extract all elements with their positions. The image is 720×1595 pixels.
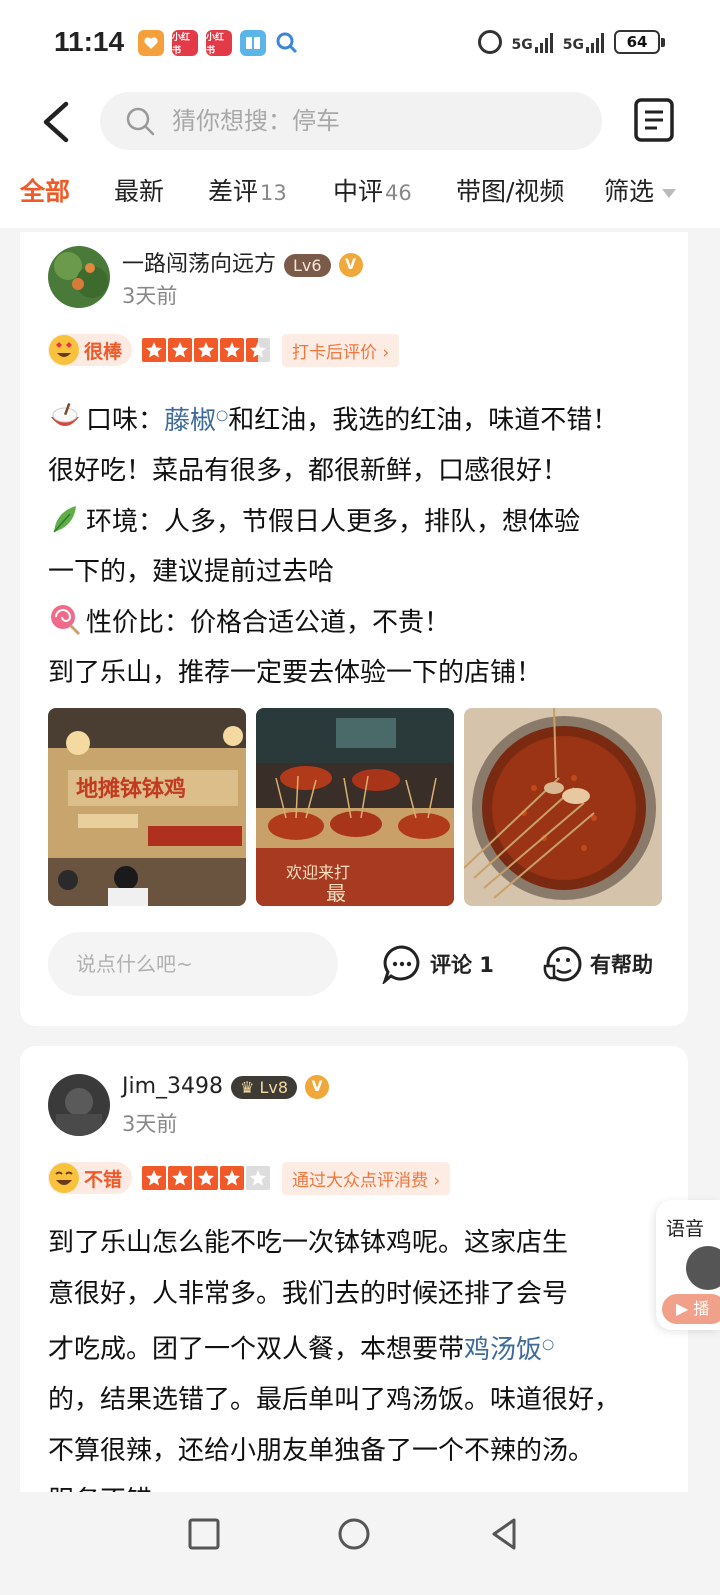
dropdown-triangle-icon bbox=[662, 188, 677, 198]
empty-star-icon bbox=[246, 1166, 271, 1190]
notification-icons: 小红书 小红书 bbox=[138, 30, 300, 56]
star-icon bbox=[194, 338, 219, 362]
review-text[interactable]: 口味：藤椒○和红油，我选的红油，味道不错！ 很好吃！菜品有很多，都很新鲜，口感很… bbox=[48, 390, 668, 699]
keyword-link[interactable]: 鸡汤饭○ bbox=[464, 1335, 554, 1365]
voice-float-widget[interactable]: 语音 ▶ 播 bbox=[656, 1200, 720, 1330]
review-card: Jim_3498 ♛ Lv8 V 3天前 不错 通过大众点评消费 › 到了乐山怎么能… bbox=[20, 1046, 688, 1516]
xiaohongshu-icon: 小红书 bbox=[172, 30, 198, 56]
verified-icon: V bbox=[338, 253, 363, 277]
menu-button[interactable] bbox=[632, 96, 676, 144]
search-bar[interactable] bbox=[100, 92, 602, 150]
rating-label: 不错 bbox=[48, 1162, 133, 1194]
signal-icon: 5G bbox=[563, 31, 604, 53]
search-app-icon bbox=[274, 30, 300, 56]
star-icon bbox=[142, 338, 167, 362]
tab-negative[interactable]: 差评13 bbox=[208, 172, 287, 208]
review-text[interactable]: 到了乐山怎么能不吃一次钵钵鸡呢。这家店生 意很好，人非常多。我们去的时候还排了会… bbox=[48, 1218, 668, 1527]
svg-text:欢迎来打: 欢迎来打 bbox=[286, 863, 350, 882]
tab-latest[interactable]: 最新 bbox=[114, 172, 164, 208]
star-icon bbox=[194, 1166, 219, 1190]
photo-gallery: 地摊钵钵鸡 欢迎来打 最 bbox=[48, 708, 662, 906]
voice-avatar bbox=[686, 1246, 720, 1290]
tab-all[interactable]: 全部 bbox=[20, 172, 70, 208]
herb-leaf-icon bbox=[53, 505, 76, 533]
star-icon bbox=[142, 1166, 167, 1190]
svg-text:最: 最 bbox=[326, 881, 346, 905]
book-app-icon bbox=[240, 30, 266, 56]
alarm-icon bbox=[477, 30, 502, 54]
play-button[interactable]: ▶ 播 bbox=[662, 1294, 720, 1324]
lollipop-icon bbox=[51, 604, 81, 635]
xiaohongshu-icon: 小红书 bbox=[206, 30, 232, 56]
avatar[interactable] bbox=[48, 246, 110, 308]
verified-icon: V bbox=[305, 1075, 330, 1099]
keyword-link[interactable]: 藤椒○ bbox=[164, 406, 228, 436]
review-card: 一路闯荡向远方 Lv6 V 3天前 很棒 打卡后评价 › 口味：藤椒○和红油，我选的… bbox=[20, 232, 688, 1026]
header bbox=[0, 90, 720, 158]
circle-icon bbox=[338, 1518, 370, 1550]
comment-bubble-icon bbox=[382, 945, 420, 984]
filter-tabs: 全部 最新 差评13 中评46 带图/视频 筛选 bbox=[0, 158, 720, 228]
heart-app-icon bbox=[138, 30, 164, 56]
review-source-tag[interactable]: 通过大众点评消费 › bbox=[282, 1161, 451, 1195]
level-badge: ♛ Lv8 bbox=[231, 1075, 298, 1099]
status-right: 5G 5G 64 bbox=[477, 30, 665, 54]
review-source-tag[interactable]: 打卡后评价 › bbox=[282, 333, 400, 367]
tab-with-media[interactable]: 带图/视频 bbox=[456, 172, 564, 208]
review-time: 3天前 bbox=[122, 1112, 178, 1136]
triangle-back-icon bbox=[492, 1518, 516, 1550]
thumbs-up-face-icon bbox=[543, 946, 582, 982]
review-time: 3天前 bbox=[122, 284, 178, 308]
star-icon bbox=[220, 338, 245, 362]
filter-button[interactable]: 筛选 bbox=[588, 158, 720, 228]
level-badge: Lv6 bbox=[284, 253, 331, 277]
back-nav-button[interactable] bbox=[484, 1514, 524, 1554]
skewer-pots-photo[interactable]: 欢迎来打 最 bbox=[256, 708, 454, 906]
half-star-icon bbox=[246, 338, 271, 362]
restaurant-wall-photo[interactable]: 地摊钵钵鸡 bbox=[48, 708, 246, 906]
star-rating bbox=[142, 338, 271, 362]
rice-bowl-icon bbox=[51, 402, 79, 426]
avatar[interactable] bbox=[48, 1074, 110, 1136]
svg-text:地摊钵钵鸡: 地摊钵钵鸡 bbox=[76, 776, 186, 802]
laughing-face-icon bbox=[49, 1163, 79, 1193]
rating-row: 很棒 打卡后评价 › bbox=[48, 333, 400, 367]
back-button[interactable] bbox=[30, 94, 86, 150]
chili-oil-pot-photo[interactable] bbox=[464, 708, 662, 906]
heart-eyes-face-icon bbox=[49, 335, 79, 365]
home-button[interactable] bbox=[334, 1514, 374, 1554]
comment-input[interactable] bbox=[48, 932, 338, 996]
search-icon bbox=[126, 107, 155, 136]
star-icon bbox=[168, 1166, 193, 1190]
search-input[interactable] bbox=[172, 107, 552, 135]
back-arrow-icon bbox=[43, 101, 69, 143]
signal-icon: 5G bbox=[512, 31, 553, 53]
status-time: 11:14 bbox=[54, 26, 125, 57]
star-icon bbox=[220, 1166, 245, 1190]
comment-button[interactable]: 评论 1 bbox=[382, 944, 494, 984]
username[interactable]: 一路闯荡向远方 Lv6 V bbox=[122, 246, 363, 278]
document-list-icon bbox=[634, 98, 674, 142]
status-bar: 11:14 小红书 小红书 5G 5G 64 bbox=[0, 0, 720, 90]
star-rating bbox=[142, 1166, 271, 1190]
username[interactable]: Jim_3498 ♛ Lv8 V bbox=[122, 1074, 330, 1099]
voice-label: 语音 bbox=[666, 1218, 705, 1240]
helpful-button[interactable]: 有帮助 bbox=[542, 944, 653, 984]
recents-button[interactable] bbox=[184, 1514, 224, 1554]
square-icon bbox=[188, 1518, 220, 1550]
battery-icon: 64 bbox=[614, 30, 665, 54]
rating-label: 很棒 bbox=[48, 334, 133, 366]
star-icon bbox=[168, 338, 193, 362]
tab-neutral[interactable]: 中评46 bbox=[333, 172, 412, 208]
rating-row: 不错 通过大众点评消费 › bbox=[48, 1161, 451, 1195]
system-nav-bar bbox=[0, 1492, 720, 1595]
